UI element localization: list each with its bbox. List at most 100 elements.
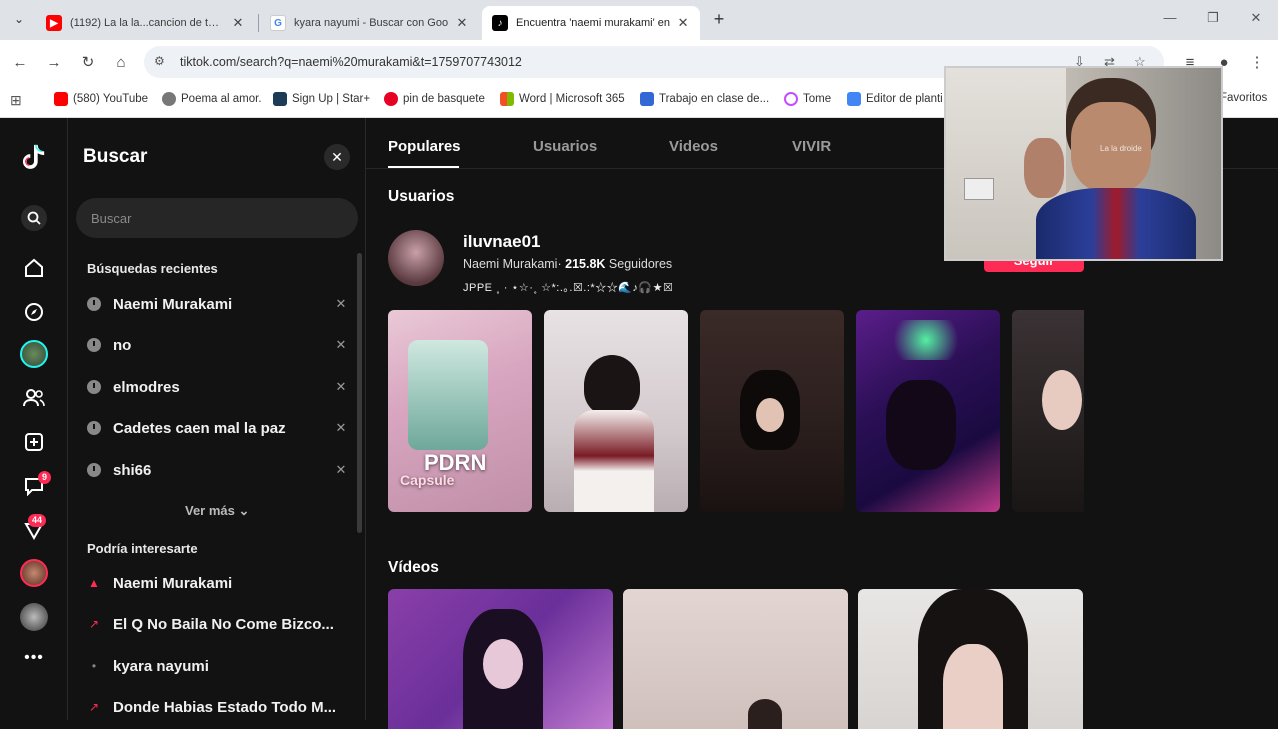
panel-scrollbar[interactable] <box>357 253 362 533</box>
person-image <box>886 380 956 470</box>
ver-mas-button[interactable]: Ver más ⌄ <box>185 503 249 519</box>
explore-icon[interactable] <box>22 300 46 324</box>
forward-icon[interactable]: → <box>44 52 64 72</box>
youtube-icon <box>54 92 68 106</box>
docs-icon <box>847 92 861 106</box>
chevron-down-icon: ⌄ <box>238 503 250 518</box>
remove-icon[interactable]: ✕ <box>333 379 349 395</box>
bookmark-editor[interactable]: Editor de planti <box>847 92 943 106</box>
suggestion-item[interactable]: ↗ Donde Habias Estado Todo M... <box>87 692 349 722</box>
restore-icon[interactable]: ❐ <box>1203 10 1223 26</box>
bookmark-youtube[interactable]: (580) YouTube <box>54 92 148 106</box>
bookmark-trabajo[interactable]: Trabajo en clase de... <box>640 92 769 106</box>
video-thumbnail[interactable] <box>623 589 848 729</box>
bookmark-starplus[interactable]: Sign Up | Star+ <box>273 92 370 106</box>
site-settings-icon[interactable]: ⚙ <box>154 54 165 68</box>
messages-badge: 9 <box>38 471 52 484</box>
apps-grid-icon[interactable]: ⊞ <box>10 92 22 109</box>
user-video-thumbnail[interactable] <box>1012 310 1084 512</box>
remove-icon[interactable]: ✕ <box>333 337 349 353</box>
suggestion-label: kyara nayumi <box>113 657 209 675</box>
user-bio: JPPE ˳ · ⋆☆·˳ ☆*:.｡.☒.:*☆☆🌊♪🎧★☒ <box>463 282 674 294</box>
minimize-icon[interactable]: — <box>1160 10 1180 25</box>
bookmark-word[interactable]: Word | Microsoft 365 <box>500 92 625 106</box>
close-icon[interactable]: ✕ <box>324 144 350 170</box>
tab-title: Encuentra 'naemi murakami' en <box>516 17 670 29</box>
following-avatar[interactable] <box>20 340 48 368</box>
active-tab-indicator <box>388 166 459 168</box>
new-tab-icon[interactable]: + <box>709 9 729 30</box>
user-video-thumbnail[interactable]: PDRN Capsule <box>388 310 532 512</box>
tab-usuarios[interactable]: Usuarios <box>533 138 597 155</box>
bookmark-tome[interactable]: Tome <box>784 92 831 106</box>
browser-tab-google[interactable]: G kyara nayumi - Buscar con Goo ✕ <box>260 6 479 40</box>
recent-search-item[interactable]: Cadetes caen mal la paz ✕ <box>87 413 349 443</box>
tiktok-icon: ♪ <box>492 15 508 31</box>
more-icon[interactable]: ••• <box>22 646 46 670</box>
close-window-icon[interactable]: ✕ <box>1246 10 1266 26</box>
bookmark-poema[interactable]: Poema al amor. <box>162 92 262 106</box>
tab-vivir[interactable]: VIVIR <box>792 138 831 155</box>
reload-icon[interactable]: ↻ <box>78 52 98 72</box>
users-heading: Usuarios <box>388 188 455 205</box>
ver-mas-label: Ver más <box>185 503 235 518</box>
webcam-overlay: La la droide <box>944 66 1223 261</box>
remove-icon[interactable]: ✕ <box>333 420 349 436</box>
profile-avatar[interactable] <box>20 603 48 631</box>
clock-icon <box>87 380 101 394</box>
youtube-icon: ▶ <box>46 15 62 31</box>
friends-icon[interactable] <box>22 386 46 410</box>
suggestion-item[interactable]: • kyara nayumi <box>87 651 349 681</box>
recent-search-item[interactable]: no ✕ <box>87 330 349 360</box>
microsoft-icon <box>500 92 514 106</box>
user-video-thumbnail[interactable] <box>700 310 844 512</box>
remove-icon[interactable]: ✕ <box>333 462 349 478</box>
close-tab-icon[interactable]: ✕ <box>455 15 469 31</box>
remove-icon[interactable]: ✕ <box>333 296 349 312</box>
video-thumbnail[interactable] <box>858 589 1083 729</box>
tab-videos[interactable]: Videos <box>669 138 718 155</box>
person-image <box>748 699 782 729</box>
home-icon[interactable]: ⌂ <box>111 52 131 72</box>
bookmark-label: Favoritos <box>1220 92 1268 104</box>
recent-search-item[interactable]: elmodres ✕ <box>87 372 349 402</box>
tab-search-icon[interactable]: ⌄ <box>8 8 30 30</box>
user-handle[interactable]: iluvnae01 <box>463 232 541 252</box>
chrome-menu-icon[interactable]: ⋮ <box>1247 52 1267 72</box>
user-video-thumbnail[interactable] <box>856 310 1000 512</box>
tiktok-logo-icon[interactable] <box>22 144 46 169</box>
lights-image <box>876 320 976 360</box>
recent-search-item[interactable]: shi66 ✕ <box>87 455 349 485</box>
search-input[interactable] <box>76 198 358 238</box>
upload-icon[interactable] <box>22 430 46 454</box>
bookmark-label: (580) YouTube <box>73 93 149 105</box>
face-image <box>1042 370 1082 430</box>
tab-divider <box>258 14 259 32</box>
tab-populares[interactable]: Populares <box>388 138 461 155</box>
trending-icon: ↗ <box>88 700 100 714</box>
search-icon[interactable] <box>21 205 47 231</box>
hand-image <box>1024 138 1064 198</box>
video-thumbnail[interactable] <box>388 589 613 729</box>
face-image <box>483 639 523 689</box>
user-avatar[interactable] <box>388 230 444 286</box>
bookmark-label: Editor de planti <box>866 93 943 105</box>
live-avatar[interactable] <box>20 559 48 587</box>
url-text[interactable]: tiktok.com/search?q=naemi%20murakami&t=1… <box>180 55 522 69</box>
browser-tab-youtube[interactable]: ▶ (1192) La la la...cancion de terro ✕ <box>36 6 255 40</box>
close-tab-icon[interactable]: ✕ <box>676 15 690 31</box>
suggestion-item[interactable]: ↗ El Q No Baila No Come Bizco... <box>87 609 349 639</box>
bookmark-favoritos[interactable]: Favoritos <box>1220 92 1267 104</box>
user-video-thumbnail[interactable] <box>544 310 688 512</box>
bookmark-label: Sign Up | Star+ <box>292 93 371 105</box>
globe-icon <box>162 92 176 106</box>
back-icon[interactable]: ← <box>10 52 30 72</box>
clock-icon <box>87 463 101 477</box>
trending-icon: ↗ <box>88 617 100 631</box>
close-tab-icon[interactable]: ✕ <box>231 15 245 31</box>
suggestion-item[interactable]: ▲ Naemi Murakami <box>87 568 349 598</box>
home-icon[interactable] <box>22 256 46 280</box>
recent-search-item[interactable]: Naemi Murakami ✕ <box>87 289 349 319</box>
bookmark-pinterest[interactable]: pin de basquete <box>384 92 485 106</box>
browser-tab-tiktok[interactable]: ♪ Encuentra 'naemi murakami' en ✕ <box>482 6 700 40</box>
